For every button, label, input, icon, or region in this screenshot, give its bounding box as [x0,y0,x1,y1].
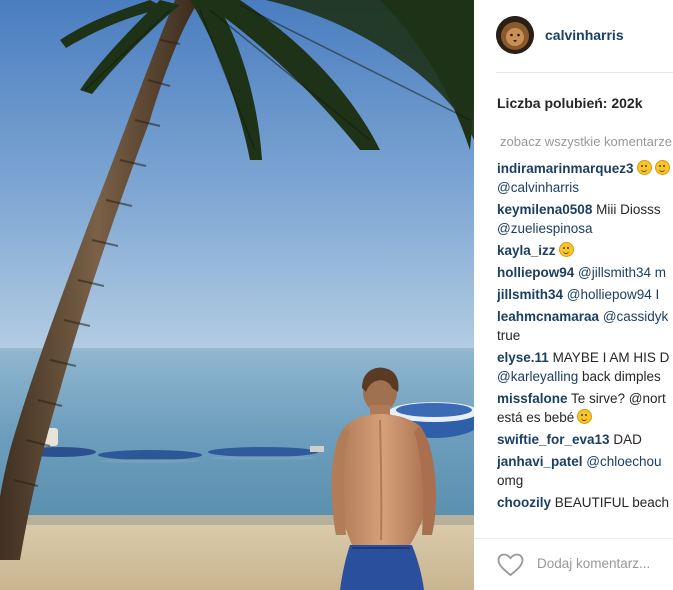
emoji-icon [558,242,574,257]
comment-text: BEAUTIFUL beach [551,495,670,510]
comment-item: jillsmith34 @holliepow94 I [497,285,673,304]
comment-line: janhavi_patel @chloechou [497,452,673,471]
comment-item: indiramarinmarquez3 @calvinharris [497,159,673,197]
comment-text: @cassidyk [599,309,669,324]
comment-continuation: @karleyalling back dimples [497,369,661,384]
comment-item: janhavi_patel @chloechou omg [497,452,673,490]
add-comment-input[interactable]: Dodaj komentarz... [537,556,650,571]
comment-line: kayla_izz [497,241,673,260]
comment-item: choozily BEAUTIFUL beach [497,493,673,512]
comment-continuation: omg [497,473,524,488]
emoji-icon [654,160,670,175]
comment-text: Te sirve? @nort [567,391,666,406]
avatar[interactable] [496,16,534,54]
post-header: calvinharris [474,0,673,72]
comment-continuation: está es bebé [497,408,673,427]
comment-line: holliepow94 @jillsmith34 m [497,263,673,282]
comment-username[interactable]: janhavi_patel [497,454,583,469]
comment-footer: Dodaj komentarz... [474,538,673,590]
beach-photo [0,0,474,590]
comment-text: @holliepow94 I [563,287,660,302]
comment-username[interactable]: elyse.11 [497,350,549,365]
comment-line: missfalone Te sirve? @nort [497,389,673,408]
comment-continuation: @zueliespinosa [497,221,593,236]
comment-continuation: true [497,328,521,343]
comment-username[interactable]: choozily [497,495,551,510]
comment-line: elyse.11 MAYBE I AM HIS D [497,348,673,367]
comment-username[interactable]: kayla_izz [497,243,556,258]
comment-text: MAYBE I AM HIS D [548,350,670,365]
view-all-comments-link[interactable]: zobacz wszystkie komentarze [500,134,672,149]
comment-username[interactable]: keymilena0508 [497,202,592,217]
heart-icon[interactable] [497,553,524,577]
comment-line: indiramarinmarquez3 [497,159,673,178]
comment-text: Miii Diosss [592,202,661,217]
emoji-icon [636,160,652,175]
comment-item: elyse.11 MAYBE I AM HIS D @karleyalling b… [497,348,673,386]
comment-item: swiftie_for_eva13 DAD [497,430,673,449]
comment-item: leahmcnamaraa @cassidyk true [497,307,673,345]
post-side-panel: calvinharris Liczba polubień: 202k zobac… [474,0,673,590]
comment-username[interactable]: jillsmith34 [497,287,563,302]
header-divider [496,72,673,73]
comment-item: keymilena0508 Miii Diosss @zueliespinosa [497,200,673,238]
comment-username[interactable]: holliepow94 [497,265,574,280]
username-link[interactable]: calvinharris [545,27,624,43]
emoji-icon [577,409,593,424]
comment-item: missfalone Te sirve? @nort está es bebé [497,389,673,427]
comment-text: @chloechou [582,454,662,469]
comments-list: indiramarinmarquez3 @calvinharris keymilen… [497,159,673,529]
comment-continuation: @calvinharris [497,180,579,195]
comment-username[interactable]: indiramarinmarquez3 [497,161,634,176]
comment-line: jillsmith34 @holliepow94 I [497,285,673,304]
comment-line: leahmcnamaraa @cassidyk [497,307,673,326]
comment-item: holliepow94 @jillsmith34 m [497,263,673,282]
comment-username[interactable]: missfalone [497,391,568,406]
instagram-post-viewer: calvinharris Liczba polubień: 202k zobac… [0,0,673,590]
comment-text: DAD [609,432,642,447]
comment-item: kayla_izz [497,241,673,260]
likes-count[interactable]: Liczba polubień: 202k [497,95,642,111]
comment-line: keymilena0508 Miii Diosss [497,200,673,219]
lion-avatar-icon [496,16,534,54]
comment-line: swiftie_for_eva13 DAD [497,430,673,449]
comment-username[interactable]: leahmcnamaraa [497,309,599,324]
comment-line: choozily BEAUTIFUL beach [497,493,673,512]
post-photo[interactable] [0,0,474,590]
comment-text: @jillsmith34 m [574,265,666,280]
comment-username[interactable]: swiftie_for_eva13 [497,432,610,447]
